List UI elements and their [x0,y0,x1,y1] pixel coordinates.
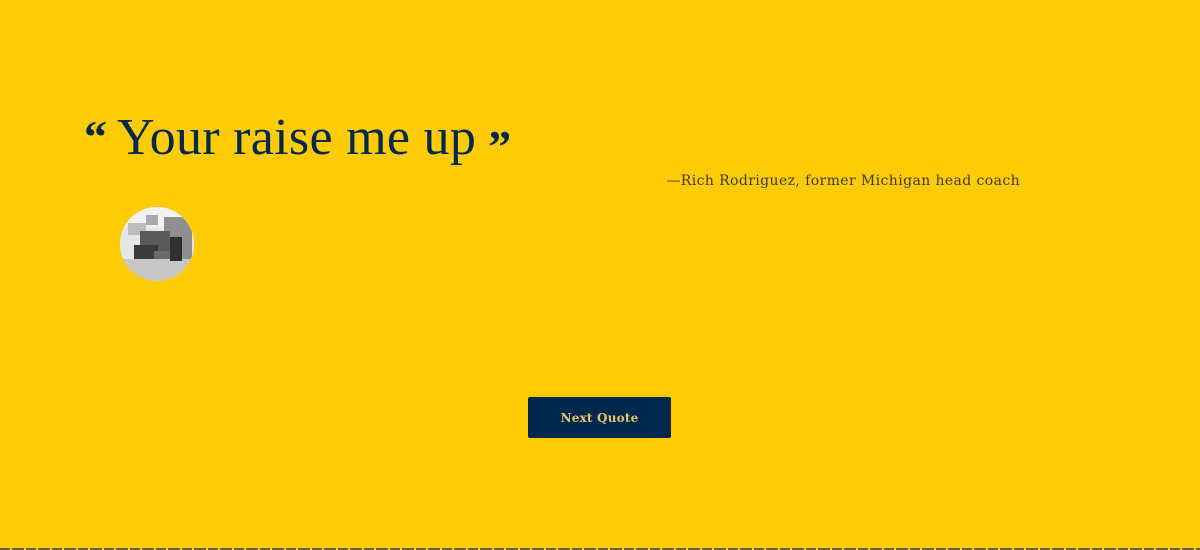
close-quote-mark: ” [488,121,512,172]
open-quote-mark: “ [84,111,107,162]
next-quote-button[interactable]: Next Quote [528,397,671,438]
avatar-photo-icon [120,207,194,281]
avatar [120,207,194,281]
quote-attribution: —Rich Rodriguez, former Michigan head co… [666,173,1020,189]
quote-text: Your raise me up [117,109,477,166]
quote-block: “ Your raise me up ” [84,106,511,170]
